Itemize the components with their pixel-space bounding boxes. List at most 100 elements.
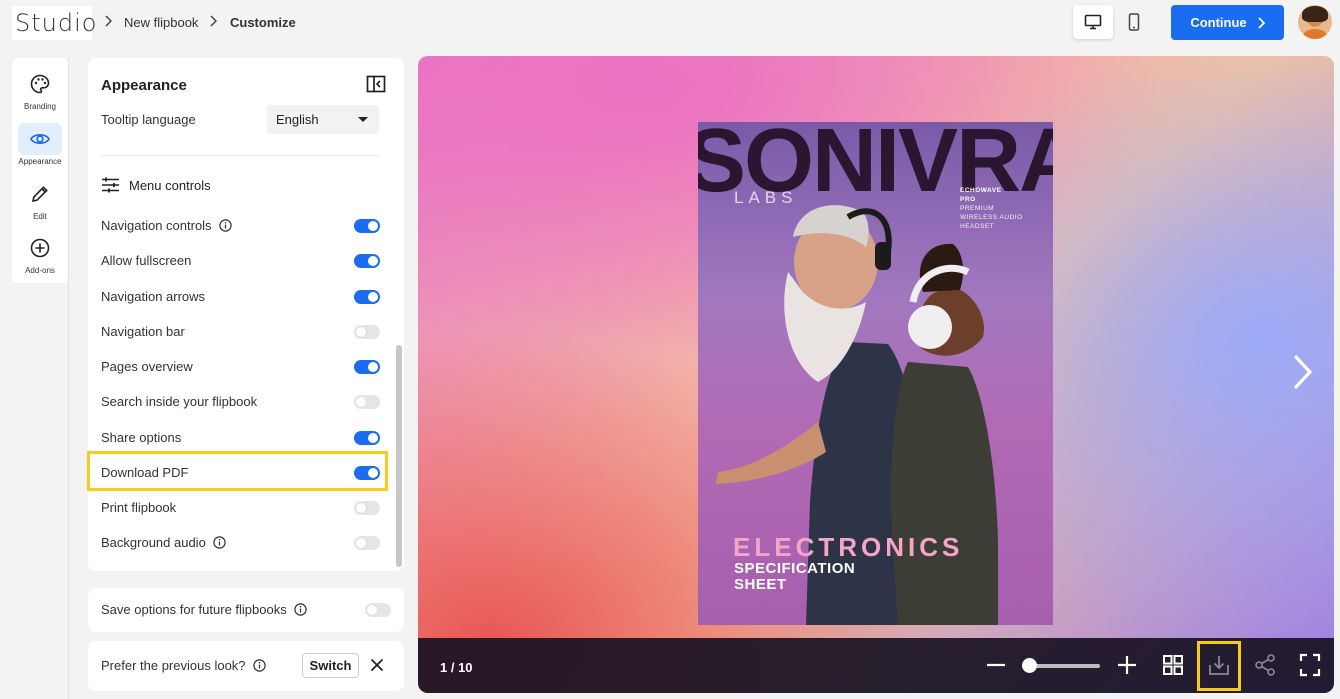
prefer-previous-card: Prefer the previous look? Switch xyxy=(88,641,404,691)
desktop-icon xyxy=(1084,14,1102,30)
cover-sub-line: SHEET xyxy=(734,576,787,593)
flipbook-preview[interactable]: SONIVRA LABS ECHOWAVE PRO PREMIUM WIRELE… xyxy=(418,56,1334,693)
continue-label: Continue xyxy=(1190,15,1247,30)
tooltip-language-select[interactable]: English xyxy=(267,105,379,134)
plus-icon xyxy=(1118,656,1136,674)
prefer-previous-row: Prefer the previous look? xyxy=(101,658,266,673)
grid-icon xyxy=(1163,655,1183,675)
download-pdf-highlight xyxy=(87,451,388,491)
fullscreen-icon xyxy=(1299,653,1321,677)
pencil-icon xyxy=(31,186,48,203)
toggle-share-options[interactable] xyxy=(354,431,380,445)
chevron-right-icon xyxy=(1258,16,1265,29)
share-icon xyxy=(1255,654,1275,676)
save-options-card: Save options for future flipbooks xyxy=(88,588,404,632)
rail-label: Edit xyxy=(33,212,47,221)
cover-headline: ELECTRONICS xyxy=(733,532,964,562)
toggle-search[interactable] xyxy=(354,395,380,409)
caret-down-icon xyxy=(358,117,368,122)
control-row-allow-fullscreen: Allow fullscreen xyxy=(101,253,191,268)
control-row-share-options: Share options xyxy=(101,430,181,445)
control-label: Navigation bar xyxy=(101,324,185,339)
palette-icon xyxy=(30,74,50,94)
select-value: English xyxy=(276,112,319,127)
control-row-print-flipbook: Print flipbook xyxy=(101,500,176,515)
info-icon[interactable] xyxy=(294,603,307,616)
save-options-label: Save options for future flipbooks xyxy=(101,602,287,617)
switch-button[interactable]: Switch xyxy=(302,653,359,678)
breadcrumb-customize: Customize xyxy=(230,15,296,30)
rail-label: Branding xyxy=(23,102,57,111)
info-icon[interactable] xyxy=(213,536,226,549)
toggle-navigation-arrows[interactable] xyxy=(354,290,380,304)
rail-label: Add-ons xyxy=(25,266,55,275)
toggle-navigation-bar[interactable] xyxy=(354,325,380,339)
chevron-right-icon xyxy=(104,15,113,30)
info-icon[interactable] xyxy=(218,219,232,232)
toggle-navigation-controls[interactable] xyxy=(354,219,380,233)
row-label-text: Tooltip language xyxy=(101,112,196,127)
download-button-highlight xyxy=(1197,641,1241,691)
pages-overview-button[interactable] xyxy=(1162,653,1184,682)
chevron-right-icon xyxy=(209,15,218,30)
continue-button[interactable]: Continue xyxy=(1171,5,1284,40)
rail-item-branding[interactable]: Branding xyxy=(12,64,68,116)
toggle-background-audio[interactable] xyxy=(354,536,380,550)
eye-icon xyxy=(30,134,50,144)
panel-scrollbar[interactable] xyxy=(396,345,402,567)
user-avatar[interactable] xyxy=(1298,5,1332,39)
menu-controls-header: Menu controls xyxy=(101,177,211,193)
control-label: Background audio xyxy=(101,535,206,550)
collapse-panel-button[interactable] xyxy=(366,75,386,98)
zoom-in-button[interactable] xyxy=(1116,653,1138,682)
toggle-allow-fullscreen[interactable] xyxy=(354,254,380,268)
appearance-panel: Appearance Tooltip language English Menu… xyxy=(88,58,404,571)
control-row-navigation-bar: Navigation bar xyxy=(101,324,185,339)
control-row-search: Search inside your flipbook xyxy=(101,394,257,409)
desktop-view-button[interactable] xyxy=(1073,5,1113,39)
control-row-navigation-arrows: Navigation arrows xyxy=(101,289,205,304)
zoom-out-button[interactable] xyxy=(985,653,1007,682)
zoom-slider-handle[interactable] xyxy=(1022,658,1037,673)
control-row-background-audio: Background audio xyxy=(101,535,226,550)
prefer-previous-label: Prefer the previous look? xyxy=(101,658,246,673)
page-indicator: 1 / 10 xyxy=(440,660,473,675)
tooltip-language-label: Tooltip language xyxy=(101,112,196,127)
flipbook-control-bar: 1 / 10 xyxy=(418,638,1334,693)
studio-logo[interactable]: Studio xyxy=(12,6,96,40)
menu-controls-label: Menu controls xyxy=(129,177,211,193)
breadcrumb-new-flipbook[interactable]: New flipbook xyxy=(124,15,198,30)
cover-sub-line: SPECIFICATION xyxy=(734,560,856,577)
toggle-print-flipbook[interactable] xyxy=(354,501,380,515)
rail-item-add-ons[interactable]: Add-ons xyxy=(12,228,68,280)
save-options-row: Save options for future flipbooks xyxy=(101,602,307,617)
left-rail: Branding Appearance Edit Add-ons xyxy=(12,58,68,283)
tune-icon xyxy=(102,177,119,193)
control-label: Navigation controls xyxy=(101,218,212,233)
toggle-save-options[interactable] xyxy=(365,603,391,617)
zoom-slider-track[interactable] xyxy=(1029,664,1100,668)
toggle-pages-overview[interactable] xyxy=(354,360,380,374)
flipbook-cover-page[interactable]: SONIVRA LABS ECHOWAVE PRO PREMIUM WIRELE… xyxy=(698,122,1053,625)
top-bar: Studio New flipbook Customize Continue xyxy=(0,0,1340,46)
info-icon[interactable] xyxy=(252,659,266,672)
control-label: Pages overview xyxy=(101,359,193,374)
control-label: Share options xyxy=(101,430,182,445)
plus-circle-icon xyxy=(30,238,50,258)
close-icon xyxy=(370,658,384,672)
mobile-view-button[interactable] xyxy=(1114,5,1154,39)
sidebar-collapse-icon xyxy=(366,75,386,93)
panel-title: Appearance xyxy=(101,77,187,94)
rail-label: Appearance xyxy=(18,157,62,166)
fullscreen-button[interactable] xyxy=(1299,653,1321,682)
share-button[interactable] xyxy=(1254,653,1276,682)
rail-item-appearance[interactable]: Appearance xyxy=(12,119,68,171)
chevron-right-icon xyxy=(1293,354,1313,390)
next-page-button[interactable] xyxy=(1290,352,1316,397)
control-label: Print flipbook xyxy=(101,500,177,515)
control-label: Allow fullscreen xyxy=(101,253,192,268)
control-label: Navigation arrows xyxy=(101,289,206,304)
close-button[interactable] xyxy=(370,658,384,677)
control-label: Search inside your flipbook xyxy=(101,394,258,409)
rail-item-edit[interactable]: Edit xyxy=(12,174,68,226)
